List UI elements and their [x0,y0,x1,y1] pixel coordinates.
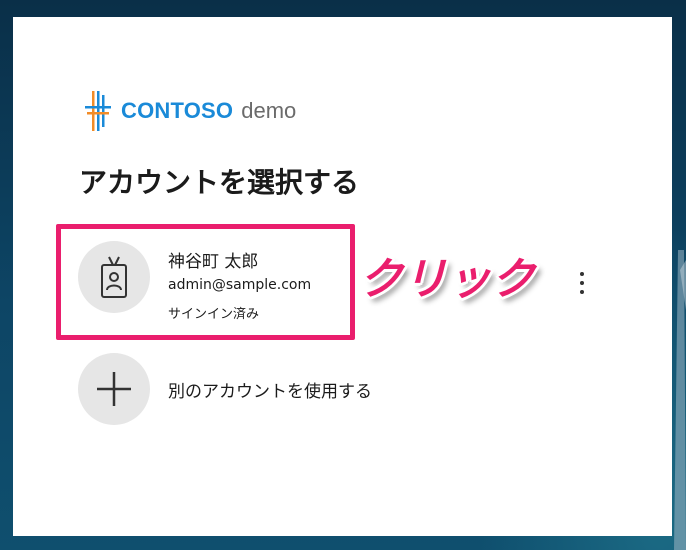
account-email: admin@sample.com [168,277,312,293]
plus-icon [97,372,131,406]
use-another-account-button[interactable]: 別のアカウントを使用する [73,349,433,429]
contoso-logo-mark-icon [85,91,111,131]
plus-circle [78,353,150,425]
account-name: 神谷町 太郎 [168,252,259,272]
account-tile[interactable]: 神谷町 太郎 admin@sample.com サインイン済み [73,233,373,322]
more-vertical-icon-dot [580,281,584,285]
logo-suffix-text: demo [241,98,297,123]
sign-in-card: CONTOSO demo アカウントを選択する 神谷町 太郎 admin@sam… [13,17,672,536]
badge-person-icon [101,256,127,298]
use-another-account-label: 別のアカウントを使用する [168,382,372,402]
click-annotation-label: クリック [359,254,535,305]
page-title: アカウントを選択する [79,166,360,199]
more-options-button[interactable] [569,263,595,303]
contoso-logo: CONTOSO demo [85,91,296,131]
more-vertical-icon [580,272,584,276]
account-status: サインイン済み [168,307,260,322]
avatar [78,241,150,313]
logo-brand-text: CONTOSO [121,98,234,123]
more-vertical-icon-dot [580,290,584,294]
